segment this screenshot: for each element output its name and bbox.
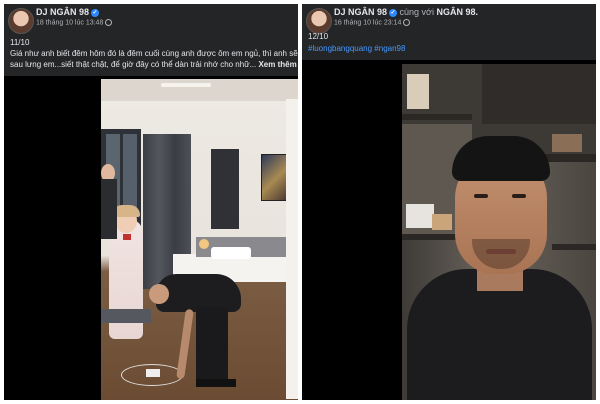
post-caption: Giá như anh biết đêm hôm đó là đêm cuối … [10, 48, 298, 70]
post-right: DJ NGÂN 98 ✓ cùng với NGÂN 98. 16 tháng 1… [302, 4, 596, 400]
verified-badge-icon: ✓ [91, 8, 100, 17]
author-line: DJ NGÂN 98 ✓ [36, 7, 100, 17]
post-left: DJ NGÂN 98 ✓ 18 tháng 10 lúc 13:48 11/10 … [4, 4, 298, 400]
video-frame[interactable] [101, 79, 298, 400]
post-header: DJ NGÂN 98 ✓ cùng với NGÂN 98. 16 tháng 1… [302, 4, 596, 60]
caption-line: sau lưng em...siết thật chặt, để giờ đây… [10, 59, 298, 70]
avatar[interactable] [306, 8, 332, 34]
verified-badge-icon: ✓ [389, 8, 398, 17]
see-more-link[interactable]: Xem thêm [258, 60, 296, 69]
author-name[interactable]: DJ NGÂN 98 [36, 7, 89, 17]
globe-icon [105, 19, 113, 26]
caption-text: sau lưng em...siết thật chặt, để giờ đây… [10, 60, 257, 69]
author-name[interactable]: DJ NGÂN 98 [334, 7, 387, 17]
post-meta: 16 tháng 10 lúc 23:14 [334, 19, 411, 26]
post-date-line: 11/10 [10, 38, 30, 47]
with-text: cùng với [399, 7, 434, 17]
caption-line: Giá như anh biết đêm hôm đó là đêm cuối … [10, 49, 298, 58]
hashtags-link[interactable]: #luongbangquang #ngan98 [308, 44, 405, 53]
tagged-name[interactable]: NGÂN 98. [436, 7, 478, 17]
post-timestamp[interactable]: 16 tháng 10 lúc 23:14 [334, 19, 401, 26]
video-frame[interactable] [402, 64, 596, 400]
post-timestamp[interactable]: 18 tháng 10 lúc 13:48 [36, 19, 103, 26]
avatar[interactable] [8, 8, 34, 34]
author-line: DJ NGÂN 98 ✓ cùng với NGÂN 98. [334, 7, 478, 17]
globe-icon [403, 19, 411, 26]
post-date-line: 12/10 [308, 32, 329, 41]
post-meta: 18 tháng 10 lúc 13:48 [36, 19, 113, 26]
post-header: DJ NGÂN 98 ✓ 18 tháng 10 lúc 13:48 11/10 … [4, 4, 298, 76]
